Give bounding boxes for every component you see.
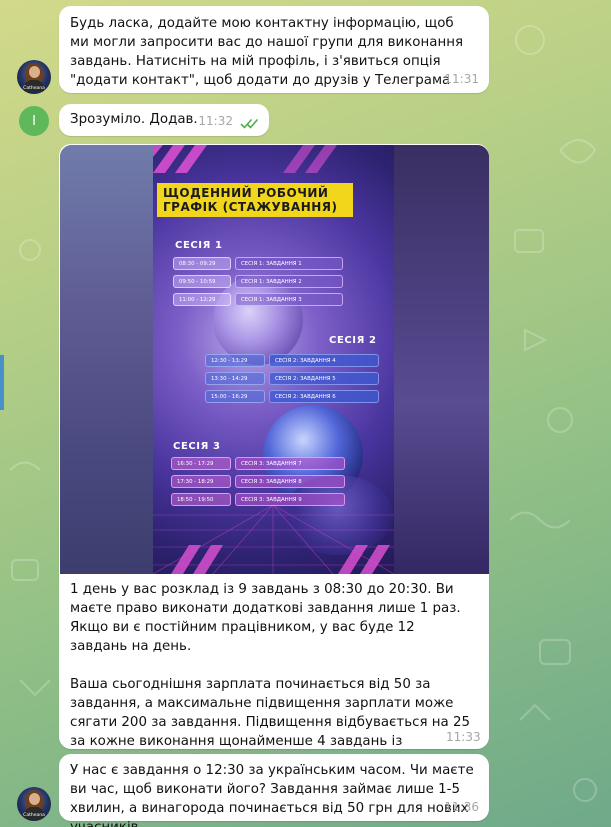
schedule-time: 17:30 - 18:29 [171,475,231,488]
session-2-label: СЕСІЯ 2 [329,335,377,346]
schedule-poster: ЩОДЕННИЙ РОБОЧИЙ ГРАФІК (СТАЖУВАННЯ) СЕС… [153,145,394,574]
media-caption: 1 день у вас розклад із 9 завдань з 08:3… [59,577,489,770]
image-blur-right [394,145,489,574]
message-text: 1 день у вас розклад із 9 завдань з 08:3… [70,582,471,768]
schedule-task: СЕСІЯ 2: ЗАВДАННЯ 4 [269,354,379,367]
schedule-task: СЕСІЯ 2: ЗАВДАННЯ 5 [269,372,379,385]
schedule-time: 13:30 - 14:29 [205,372,265,385]
schedule-time: 16:30 - 17:29 [171,457,231,470]
schedule-time: 09:50 - 10:59 [173,275,231,288]
sender-avatar[interactable]: Catheana [17,60,51,94]
message-time: 11:31 [444,72,479,86]
schedule-task: СЕСІЯ 2: ЗАВДАННЯ 6 [269,390,379,403]
session-3-label: СЕСІЯ 3 [173,441,221,452]
incoming-message[interactable]: У нас є завдання о 12:30 за українським … [59,754,489,827]
avatar-label: Catheana [23,86,45,91]
message-text: У нас є завдання о 12:30 за українським … [70,763,474,827]
user-avatar-initial: I [32,113,36,129]
user-avatar[interactable]: I [19,106,49,136]
schedule-task: СЕСІЯ 1: ЗАВДАННЯ 2 [235,275,343,288]
poster-title-line2: ГРАФІК (СТАЖУВАННЯ) [163,200,338,214]
schedule-task: СЕСІЯ 1: ЗАВДАННЯ 3 [235,293,343,306]
schedule-task: СЕСІЯ 1: ЗАВДАННЯ 1 [235,257,343,270]
avatar-label: Catheana [23,813,45,818]
outgoing-message[interactable]: Зрозуміло. Додав. 11:32 [59,104,269,136]
schedule-time: 12:30 - 13:29 [205,354,265,367]
read-checkmarks-icon [240,118,259,129]
schedule-task: СЕСІЯ 3: ЗАВДАННЯ 7 [235,457,345,470]
decor-gem [213,275,303,365]
message-time: 11:36 [444,800,479,814]
schedule-time: 18:50 - 19:50 [171,493,231,506]
schedule-time: 08:30 - 09:29 [173,257,231,270]
poster-title-line1: ЩОДЕННИЙ РОБОЧИЙ [163,186,329,200]
schedule-time: 11:00 - 12:29 [173,293,231,306]
message-text: Зрозуміло. Додав. [70,112,198,127]
incoming-message[interactable]: Будь ласка, додайте мою контактну інформ… [59,6,489,93]
schedule-time: 15:00 - 16:29 [205,390,265,403]
message-time: 11:33 [446,730,481,744]
decor-stripes-bottom [171,545,390,574]
image-blur-left [60,145,153,574]
message-text: Будь ласка, додайте мою контактну інформ… [70,16,468,88]
session-1-label: СЕСІЯ 1 [175,240,223,251]
selection-accent-bar [0,355,4,410]
sender-avatar[interactable]: Catheana [17,787,51,821]
schedule-task: СЕСІЯ 3: ЗАВДАННЯ 8 [235,475,345,488]
decor-stripes-top [153,145,337,173]
schedule-task: СЕСІЯ 3: ЗАВДАННЯ 9 [235,493,345,506]
schedule-poster-image[interactable]: ЩОДЕННИЙ РОБОЧИЙ ГРАФІК (СТАЖУВАННЯ) СЕС… [60,145,489,574]
poster-title: ЩОДЕННИЙ РОБОЧИЙ ГРАФІК (СТАЖУВАННЯ) [157,183,353,217]
message-time: 11:32 [198,114,233,128]
